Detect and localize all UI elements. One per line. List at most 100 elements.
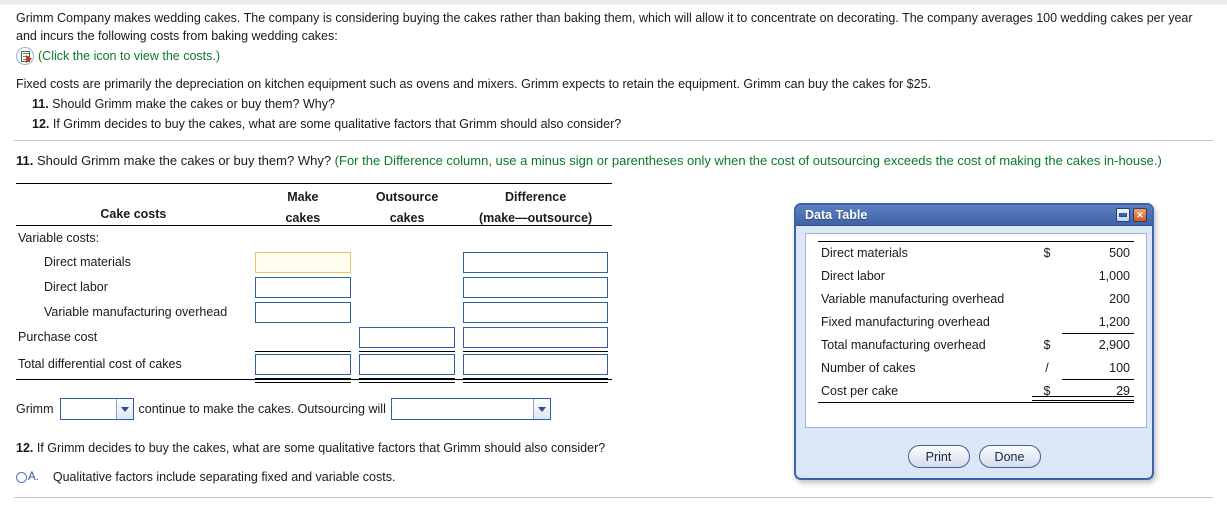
minimize-icon[interactable] — [1116, 208, 1130, 222]
dt-label-4: Total manufacturing overhead — [821, 338, 986, 352]
cell-direct-labor-make[interactable] — [251, 275, 355, 300]
question-12-number: 12. — [16, 441, 34, 455]
input-total-difference[interactable] — [463, 353, 608, 375]
header-difference-line1: Difference — [459, 183, 612, 204]
input-purchase-cost-difference[interactable] — [463, 326, 608, 348]
dt-symbol-5: / — [1045, 361, 1049, 375]
dt-label-2: Variable manufacturing overhead — [821, 292, 1005, 306]
view-costs-link[interactable]: (Click the icon to view the costs.) — [16, 47, 220, 65]
dt-bottom-rule-3 — [1062, 402, 1134, 408]
cell-purchase-cost-difference[interactable] — [459, 325, 612, 352]
close-icon[interactable]: ✕ — [1133, 208, 1147, 222]
dt-symbol-6: $ — [1032, 380, 1062, 403]
input-variable-moh-difference[interactable] — [463, 301, 608, 323]
cell-direct-labor-difference[interactable] — [459, 275, 612, 300]
row-label-purchase-cost: Purchase cost — [18, 330, 98, 344]
dt-symbol-4: $ — [1043, 338, 1051, 352]
top-strip — [0, 0, 1227, 5]
conclusion-middle: continue to make the cakes. Outsourcing … — [138, 402, 386, 416]
print-button[interactable]: Print — [907, 445, 970, 468]
dt-symbol-0: $ — [1032, 241, 1062, 265]
dropdown-should-continue[interactable] — [59, 398, 134, 420]
input-direct-labor-difference[interactable] — [463, 276, 608, 298]
dt-symbol-2 — [1032, 288, 1062, 311]
radio-option-a[interactable] — [16, 471, 27, 483]
header-difference-line2: (make—outsource) — [459, 203, 612, 226]
dialog-title-bar[interactable]: Data Table ✕ — [796, 205, 1152, 226]
row-label-direct-materials: Direct materials — [44, 255, 131, 269]
header-cake-costs: Cake costs — [16, 203, 251, 226]
chevron-down-icon[interactable] — [115, 399, 133, 419]
option-a-text: Qualitative factors include separating f… — [52, 470, 396, 484]
cell-variable-moh-difference[interactable] — [459, 300, 612, 325]
input-direct-materials-difference[interactable] — [463, 251, 608, 273]
dt-value-1: 1,000 — [1098, 269, 1130, 283]
dt-label-1: Direct labor — [821, 269, 885, 283]
cell-purchase-cost-outsource[interactable] — [355, 325, 459, 352]
intro-q11-text: Should Grimm make the cakes or buy them?… — [52, 97, 335, 111]
row-label-variable-costs: Variable costs: — [18, 230, 100, 245]
dt-value-5: 100 — [1062, 356, 1134, 380]
intro-question-11: 11. Should Grimm make the cakes or buy t… — [32, 97, 335, 111]
dropdown-outsourcing-effect[interactable] — [390, 398, 551, 420]
header-blank — [16, 183, 251, 204]
table-row: Variable manufacturing overhead 200 — [818, 288, 1134, 311]
input-total-make[interactable] — [254, 353, 351, 375]
table-row: Direct labor — [16, 275, 612, 300]
question-12-heading: 12. If Grimm decides to buy the cakes, w… — [16, 441, 605, 455]
table-row: Total differential cost of cakes — [16, 349, 612, 383]
dt-bottom-rule-2 — [1032, 402, 1062, 408]
differential-cost-table: Make Outsource Difference Cake costs cak… — [16, 183, 612, 383]
dt-label-6: Cost per cake — [821, 383, 899, 398]
done-button[interactable]: Done — [978, 445, 1041, 468]
dt-value-2: 200 — [1109, 292, 1130, 306]
row-label-variable-moh: Variable manufacturing overhead — [44, 305, 228, 319]
cell-direct-materials-difference[interactable] — [459, 250, 612, 275]
row-variable-costs-outsource — [355, 226, 459, 250]
dt-value-6: 29 — [1062, 380, 1134, 403]
input-total-outsource[interactable] — [358, 353, 456, 375]
dt-symbol-1 — [1032, 265, 1062, 288]
table-row: Total manufacturing overhead $ 2,900 — [818, 334, 1134, 357]
chevron-down-icon[interactable] — [532, 399, 550, 419]
table-row: Cost per cake $ 29 — [818, 380, 1134, 403]
cell-direct-materials-make[interactable] — [251, 250, 355, 275]
row-variable-costs-make — [251, 226, 355, 250]
row-variable-costs-difference — [459, 226, 612, 250]
header-outsource-line1: Outsource — [354, 183, 460, 204]
question-11-prompt: Should Grimm make the cakes or buy them?… — [36, 153, 332, 168]
conclusion-sentence: Grimm continue to make the cakes. Outsou… — [16, 398, 551, 420]
spreadsheet-link-icon[interactable] — [16, 47, 34, 65]
dialog-button-bar: Print Done — [796, 445, 1152, 468]
view-costs-label[interactable]: (Click the icon to view the costs.) — [38, 49, 220, 63]
table-row: Purchase cost — [16, 325, 612, 352]
cell-variable-moh-make[interactable] — [251, 300, 355, 325]
dt-label-0: Direct materials — [818, 241, 1032, 265]
dialog-title: Data Table — [805, 208, 868, 222]
header-make-line2: cakes — [250, 203, 355, 226]
table-row: Fixed manufacturing overhead 1,200 — [818, 310, 1134, 334]
dt-bottom-rule-1 — [818, 402, 1032, 408]
dt-value-4: 2,900 — [1098, 338, 1130, 353]
divider-bottom — [14, 497, 1213, 498]
cell-total-make[interactable] — [250, 349, 355, 383]
exercise-page: Grimm Company makes wedding cakes. The c… — [0, 0, 1227, 507]
cell-direct-materials-outsource — [355, 250, 459, 275]
cell-total-difference[interactable] — [459, 349, 612, 383]
input-variable-moh-make[interactable] — [254, 301, 351, 323]
intro-q12-number: 12. — [32, 117, 50, 131]
cell-direct-labor-outsource — [355, 275, 459, 300]
option-a-row[interactable]: A. Qualitative factors include separatin… — [16, 470, 395, 484]
input-purchase-cost-outsource[interactable] — [358, 326, 456, 348]
cell-total-outsource[interactable] — [354, 349, 460, 383]
table-header-row-2: Cake costs cakes cakes (make—outsource) — [16, 203, 612, 226]
dt-value-0: 500 — [1062, 241, 1134, 265]
cell-purchase-cost-make — [251, 325, 355, 352]
input-direct-labor-make[interactable] — [254, 276, 351, 298]
table-row: Variable costs: — [16, 226, 612, 250]
cell-variable-moh-outsource — [355, 300, 459, 325]
question-11-heading: 11. Should Grimm make the cakes or buy t… — [16, 153, 1162, 168]
fixed-costs-note: Fixed costs are primarily the depreciati… — [16, 77, 932, 91]
intro-paragraph: Grimm Company makes wedding cakes. The c… — [16, 11, 1193, 43]
input-direct-materials-make[interactable] — [254, 251, 351, 273]
